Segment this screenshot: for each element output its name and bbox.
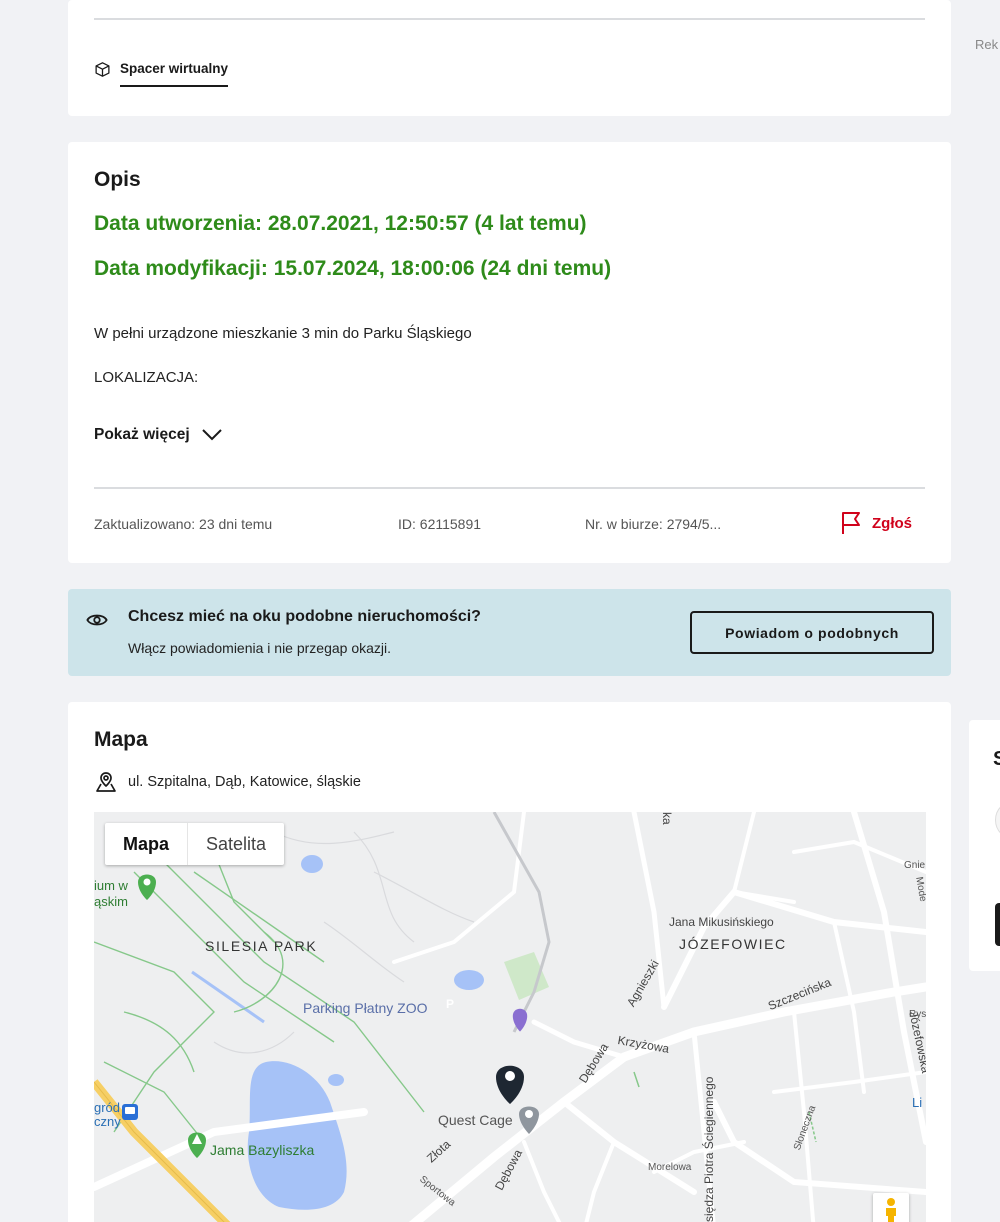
- description-title: Opis: [94, 168, 141, 191]
- listing-id: ID: 62115891: [398, 516, 482, 532]
- report-label: Zgłoś: [872, 514, 912, 532]
- side-card-button[interactable]: [995, 903, 1000, 946]
- ad-label: Rek: [975, 37, 999, 52]
- alert-subtitle: Włącz powiadomienia i nie przegap okazji…: [128, 640, 392, 656]
- map-label-ks-piotra: Księdza Piotra Ściegiennego: [702, 1076, 716, 1222]
- map-label-morelowa: Morelowa: [648, 1162, 692, 1173]
- description-card: Opis Data utworzenia: 28.07.2021, 12:50:…: [68, 142, 951, 563]
- map-label-silesia-park: SILESIA PARK: [205, 938, 318, 954]
- virtual-tour-label: Spacer wirtualny: [120, 61, 229, 87]
- map-label-edge-grod: gród: [94, 1100, 121, 1115]
- office-number: Nr. w biurze: 2794/5...: [585, 516, 722, 532]
- map-label-jama: Jama Bazyliszka: [210, 1142, 315, 1158]
- eye-icon: [86, 614, 108, 626]
- map-label-edge-ka: ka: [660, 812, 674, 825]
- map-view[interactable]: P SILESIA PARK JÓZEFOWIEC Parking Płatny…: [94, 812, 926, 1222]
- divider: [94, 18, 925, 20]
- report-button[interactable]: Zgłoś: [840, 511, 912, 535]
- map-label-quest-cage: Quest Cage: [438, 1112, 513, 1128]
- map-label-jozefowiec: JÓZEFOWIEC: [679, 936, 787, 952]
- map-label-edge-li: Li: [912, 1095, 923, 1110]
- updated-info: Zaktualizowano: 23 dni temu: [94, 516, 273, 532]
- map-type-toggle: Mapa Satelita: [105, 823, 285, 865]
- svg-text:P: P: [446, 997, 454, 1011]
- map-label-edge-askim: ąskim: [94, 894, 128, 909]
- show-more-button[interactable]: Pokaż więcej: [94, 426, 222, 444]
- divider: [94, 487, 925, 489]
- alert-title: Chcesz mieć na oku podobne nieruchomości…: [128, 608, 481, 625]
- map-type-map-button[interactable]: Mapa: [105, 823, 189, 865]
- map-label-edge-gnie: Gnie: [904, 860, 926, 871]
- address-text: ul. Szpitalna, Dąb, Katowice, śląskie: [128, 774, 361, 790]
- map-label-jana: Jana Mikusińskiego: [669, 915, 774, 929]
- cube-icon: [95, 62, 110, 77]
- notify-similar-button[interactable]: Powiadom o podobnych: [690, 611, 934, 654]
- modified-date: Data modyfikacji: 15.07.2024, 18:00:06 (…: [94, 257, 612, 280]
- pegman-icon: [886, 1198, 896, 1222]
- street-view-button[interactable]: [873, 1193, 909, 1222]
- map-title: Mapa: [94, 728, 148, 751]
- description-text: W pełni urządzone mieszkanie 3 min do Pa…: [94, 325, 472, 342]
- map-label-edge-czny: czny: [94, 1114, 121, 1129]
- map-card: Mapa ul. Szpitalna, Dąb, Katowice, śląsk…: [68, 702, 951, 1222]
- show-more-label: Pokaż więcej: [94, 426, 190, 443]
- map-label-parking: Parking Płatny ZOO: [303, 1000, 428, 1016]
- created-date: Data utworzenia: 28.07.2021, 12:50:57 (4…: [94, 212, 587, 235]
- description-location-heading: LOKALIZACJA:: [94, 369, 199, 386]
- flag-icon: [842, 512, 860, 534]
- map-label-edge-ium: ium w: [94, 878, 128, 893]
- map-label-edge-rys: Rys: [909, 1009, 926, 1020]
- map-type-satellite-button[interactable]: Satelita: [188, 823, 284, 865]
- agent-side-card: S: [969, 720, 1000, 971]
- side-card-heading: S: [993, 748, 1000, 770]
- virtual-tour-tab[interactable]: Spacer wirtualny: [94, 52, 229, 87]
- similar-listings-alert: Chcesz mieć na oku podobne nieruchomości…: [68, 589, 951, 676]
- map-pin-icon: [96, 772, 116, 792]
- chevron-down-icon: [201, 429, 222, 441]
- avatar: [995, 800, 1000, 840]
- address: ul. Szpitalna, Dąb, Katowice, śląskie: [94, 770, 361, 794]
- virtual-tour-card: Spacer wirtualny: [68, 0, 951, 116]
